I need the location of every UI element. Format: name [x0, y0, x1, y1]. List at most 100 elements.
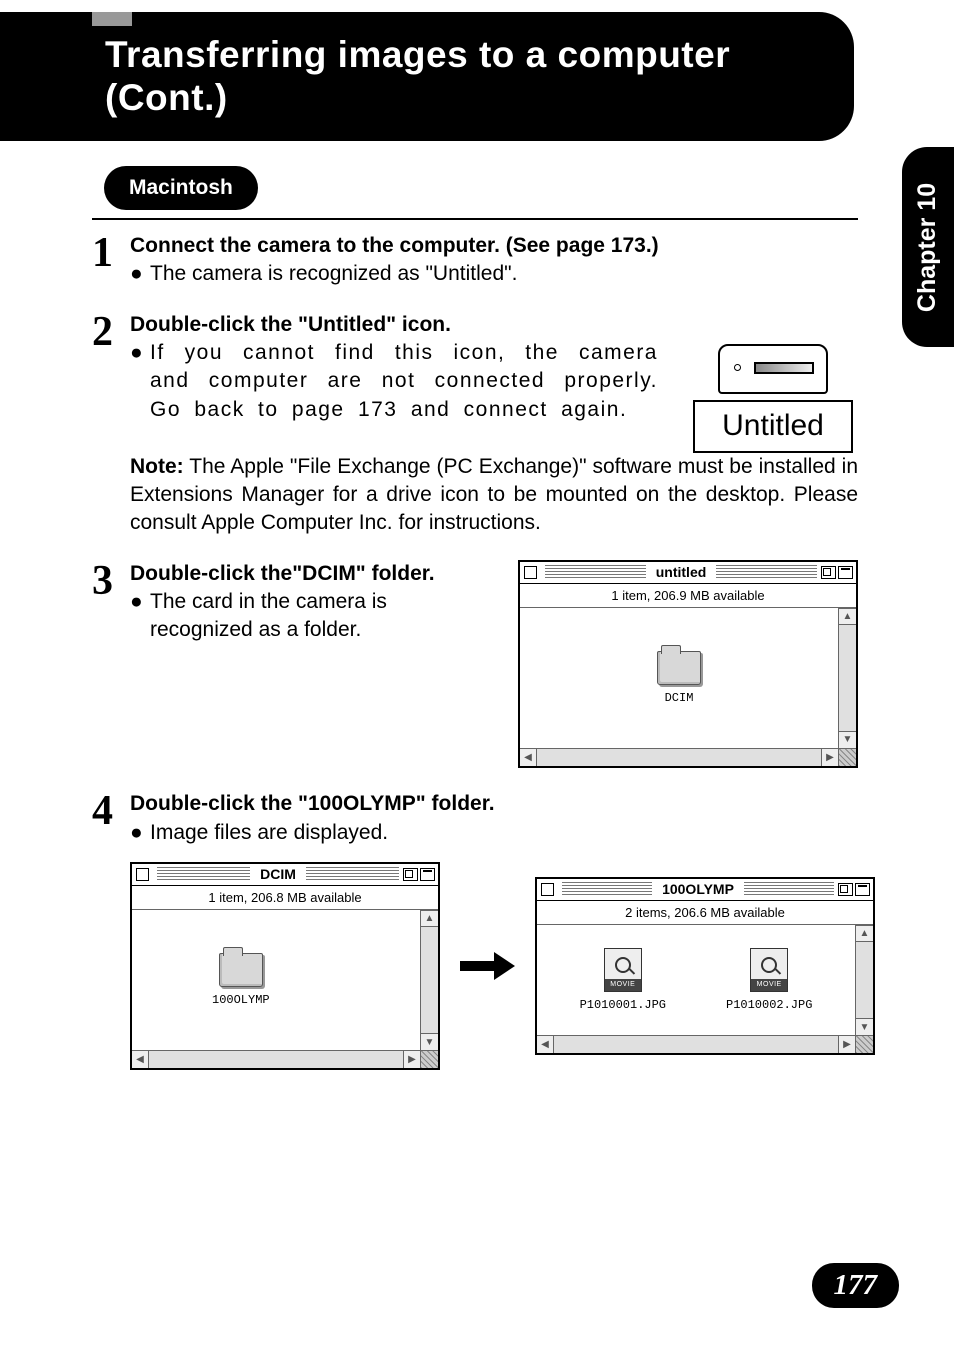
window-collapse-button[interactable]	[838, 566, 853, 579]
arrow-right-icon	[460, 952, 515, 980]
step-1-bullet: The camera is recognized as "Untitled".	[150, 260, 517, 288]
header-gray-tab	[92, 12, 132, 26]
titlebar-stripes	[157, 867, 250, 881]
file-label: P1010001.JPG	[580, 997, 666, 1013]
window-resize-handle[interactable]	[420, 1051, 438, 1068]
page-header: Transferring images to a computer (Cont.…	[0, 12, 854, 141]
finder-window-dcim: DCIM 1 item, 206.8 MB available 100OLY	[130, 862, 440, 1071]
folder-dcim[interactable]: DCIM	[657, 651, 701, 706]
chapter-side-tab: Chapter 10	[902, 147, 954, 347]
finder-window-100olymp: 100OLYMP 2 items, 206.6 MB available	[535, 877, 875, 1056]
step-4-title: Double-click the "100OLYMP" folder.	[130, 790, 875, 818]
titlebar-stripes	[306, 867, 399, 881]
scroll-left-arrow-icon[interactable]: ◀	[520, 749, 537, 766]
scroll-down-arrow-icon[interactable]: ▼	[839, 731, 856, 748]
step-3: 3 Double-click the"DCIM" folder. ● The c…	[92, 560, 858, 769]
horizontal-scrollbar[interactable]: ◀ ▶	[132, 1050, 438, 1068]
step-4-number: 4	[92, 790, 130, 831]
untitled-drive-figure: Untitled	[688, 344, 858, 453]
drive-label: Untitled	[693, 400, 853, 453]
step-4-body: Double-click the "100OLYMP" folder. ● Im…	[130, 790, 875, 1070]
page-title: Transferring images to a computer (Cont.…	[105, 34, 824, 119]
finder-titlebar: untitled	[520, 562, 856, 584]
step-4: 4 Double-click the "100OLYMP" folder. ● …	[92, 790, 858, 1070]
folder-100olymp[interactable]: 100OLYMP	[212, 953, 270, 1008]
image-file-icon: MOVIE	[604, 948, 642, 992]
window-resize-handle[interactable]	[838, 749, 856, 766]
step-3-bullet: The card in the camera is recognized as …	[150, 588, 490, 645]
finder-content: DCIM	[520, 608, 838, 748]
step-2-bullet: If you cannot find this icon, the camera…	[150, 339, 658, 424]
window-resize-handle[interactable]	[855, 1036, 873, 1053]
title-line-2: (Cont.)	[105, 77, 228, 118]
window-close-button[interactable]	[136, 868, 149, 881]
step-2-title: Double-click the "Untitled" icon.	[130, 311, 858, 339]
vertical-scrollbar[interactable]: ▲ ▼	[420, 910, 438, 1050]
scroll-right-arrow-icon[interactable]: ▶	[403, 1051, 420, 1068]
step-2-text-col: ● If you cannot find this icon, the came…	[130, 339, 658, 424]
step-4-bullet: Image files are displayed.	[150, 819, 388, 847]
horizontal-scrollbar[interactable]: ◀ ▶	[520, 748, 856, 766]
note-label: Note:	[130, 455, 184, 478]
folder-icon	[219, 953, 263, 987]
scroll-right-arrow-icon[interactable]: ▶	[821, 749, 838, 766]
step-1-body: Connect the camera to the computer. (See…	[130, 232, 858, 289]
file-type-label: MOVIE	[605, 979, 641, 991]
folder-label: DCIM	[657, 690, 701, 706]
bullet-icon: ●	[130, 819, 150, 847]
step-1: 1 Connect the camera to the computer. (S…	[92, 232, 858, 289]
horizontal-scrollbar[interactable]: ◀ ▶	[537, 1035, 873, 1053]
scroll-up-arrow-icon[interactable]: ▲	[421, 910, 438, 927]
step-3-number: 3	[92, 560, 130, 601]
step-3-text-col: Double-click the"DCIM" folder. ● The car…	[130, 560, 490, 645]
window-zoom-button[interactable]	[403, 868, 418, 881]
file-type-label: MOVIE	[751, 979, 787, 991]
page-number: 177	[812, 1263, 900, 1308]
finder-titlebar: 100OLYMP	[537, 879, 873, 901]
chapter-label: Chapter 10	[914, 182, 943, 311]
scroll-down-arrow-icon[interactable]: ▼	[421, 1033, 438, 1050]
window-collapse-button[interactable]	[420, 868, 435, 881]
scroll-right-arrow-icon[interactable]: ▶	[838, 1036, 855, 1053]
note-body: The Apple "File Exchange (PC Exchange)" …	[130, 455, 858, 535]
finder-content: 100OLYMP	[132, 910, 420, 1050]
titlebar-stripes	[545, 565, 646, 579]
folder-icon	[657, 651, 701, 685]
image-file-1[interactable]: MOVIE P1010001.JPG	[580, 948, 666, 1013]
finder-window-untitled: untitled 1 item, 206.9 MB available DC	[518, 560, 858, 769]
step-3-title: Double-click the"DCIM" folder.	[130, 560, 490, 588]
step-2-body: Double-click the "Untitled" icon. ● If y…	[130, 311, 858, 538]
vertical-scrollbar[interactable]: ▲ ▼	[855, 925, 873, 1035]
window-zoom-button[interactable]	[821, 566, 836, 579]
titlebar-stripes	[716, 565, 817, 579]
step-2-number: 2	[92, 311, 130, 352]
scroll-up-arrow-icon[interactable]: ▲	[856, 925, 873, 942]
bullet-icon: ●	[130, 588, 150, 645]
file-label: P1010002.JPG	[726, 997, 812, 1013]
window-title: 100OLYMP	[656, 880, 740, 899]
window-zoom-button[interactable]	[838, 883, 853, 896]
window-close-button[interactable]	[524, 566, 537, 579]
image-file-icon: MOVIE	[750, 948, 788, 992]
scroll-up-arrow-icon[interactable]: ▲	[839, 608, 856, 625]
step-4-figures: DCIM 1 item, 206.8 MB available 100OLY	[130, 862, 875, 1071]
finder-titlebar: DCIM	[132, 864, 438, 886]
scroll-left-arrow-icon[interactable]: ◀	[537, 1036, 554, 1053]
folder-label: 100OLYMP	[212, 992, 270, 1008]
step-3-body: Double-click the"DCIM" folder. ● The car…	[130, 560, 858, 769]
scroll-left-arrow-icon[interactable]: ◀	[132, 1051, 149, 1068]
step-1-number: 1	[92, 232, 130, 273]
finder-status: 1 item, 206.9 MB available	[520, 584, 856, 609]
window-collapse-button[interactable]	[855, 883, 870, 896]
finder-content: MOVIE P1010001.JPG MOVIE P1010002.JPG	[537, 925, 855, 1035]
step-2: 2 Double-click the "Untitled" icon. ● If…	[92, 311, 858, 538]
window-close-button[interactable]	[541, 883, 554, 896]
finder-status: 2 items, 206.6 MB available	[537, 901, 873, 926]
scroll-down-arrow-icon[interactable]: ▼	[856, 1018, 873, 1035]
titlebar-stripes	[562, 882, 652, 896]
titlebar-stripes	[744, 882, 834, 896]
image-file-2[interactable]: MOVIE P1010002.JPG	[726, 948, 812, 1013]
vertical-scrollbar[interactable]: ▲ ▼	[838, 608, 856, 748]
content-area: Macintosh 1 Connect the camera to the co…	[0, 141, 954, 1112]
drive-icon	[718, 344, 828, 394]
